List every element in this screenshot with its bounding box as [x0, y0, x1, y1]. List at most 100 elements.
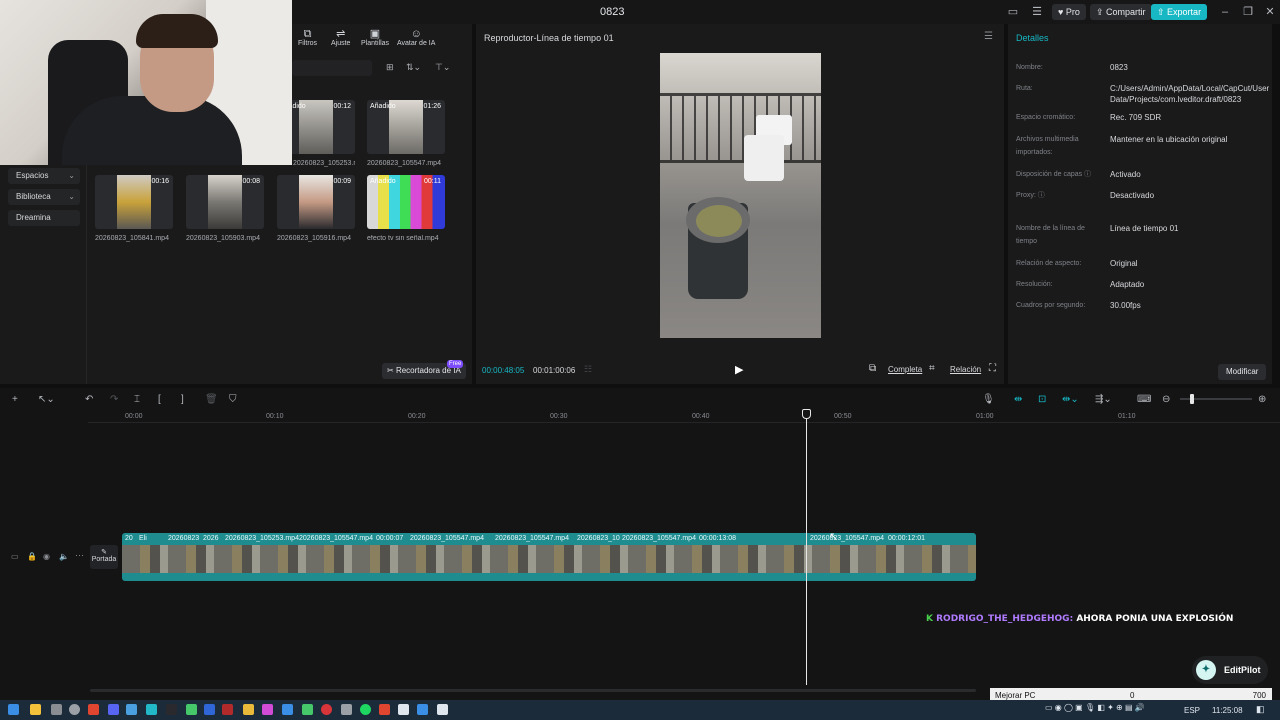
app-icon[interactable]: [379, 704, 390, 715]
list-icon[interactable]: ☷: [584, 364, 592, 375]
play-icon[interactable]: ▶: [735, 363, 743, 376]
playhead[interactable]: [806, 409, 807, 685]
nav-spaces[interactable]: Espacios ⌄: [8, 168, 80, 184]
layout-icon[interactable]: ▭: [1006, 6, 1020, 18]
video-preview[interactable]: [660, 53, 821, 338]
spotify-icon[interactable]: [360, 704, 371, 715]
filter-icon[interactable]: ⊤⌄: [435, 62, 450, 73]
app-icon[interactable]: [262, 704, 273, 715]
app-icon[interactable]: [186, 704, 197, 715]
notification-icon[interactable]: ◧: [1256, 704, 1265, 715]
export-button[interactable]: ⇧ Exportar: [1151, 4, 1208, 20]
discord-icon[interactable]: [108, 704, 119, 715]
ruler-tick-label: 00:00: [125, 413, 143, 420]
system-tray[interactable]: ▭ ◉ ◯ ▣ 🎙 ◧ ✦ ⊕ ▤ 🔊: [1045, 703, 1145, 712]
screenshot-icon[interactable]: ⌗: [929, 363, 935, 374]
trim-right-icon[interactable]: ]: [181, 394, 184, 405]
nav-dreamina[interactable]: Dreamina: [8, 210, 80, 226]
redo-icon[interactable]: ↷: [110, 394, 118, 405]
link-icon[interactable]: ⇹⌄: [1062, 394, 1079, 405]
media-clip[interactable]: 00:08 20260823_105903.mp4: [186, 175, 264, 242]
speaker-icon[interactable]: 🔈: [59, 552, 69, 561]
clock[interactable]: 11:25:08: [1212, 706, 1243, 715]
app-icon[interactable]: [222, 704, 233, 715]
menu-icon[interactable]: ☰: [1030, 6, 1044, 18]
app-icon[interactable]: [282, 704, 293, 715]
tab-templates[interactable]: ▣ Plantillas: [361, 28, 389, 47]
media-clip[interactable]: 00:09 20260823_105916.mp4: [277, 175, 355, 242]
track-clip-label: 20260823_105547.mp4: [495, 535, 569, 542]
brave-icon[interactable]: [88, 704, 99, 715]
fullscreen-icon[interactable]: ⛶: [989, 363, 996, 374]
tab-adjust[interactable]: ⇌ Ajuste: [331, 28, 350, 47]
capcut-icon[interactable]: [437, 704, 448, 715]
crop-icon[interactable]: ⧉: [869, 363, 876, 374]
nav-library[interactable]: Biblioteca ⌄: [8, 189, 80, 205]
zoom-out-icon[interactable]: ⊖: [1162, 394, 1170, 405]
app-icon[interactable]: [243, 704, 254, 715]
app-icon[interactable]: [146, 704, 157, 715]
media-search-input[interactable]: [292, 60, 372, 76]
undo-icon[interactable]: ↶: [85, 394, 93, 405]
app-icon[interactable]: [398, 704, 409, 715]
pro-button[interactable]: ♥ Pro: [1052, 4, 1086, 20]
playhead-handle[interactable]: [802, 409, 811, 419]
preview-axis-icon[interactable]: ⌨: [1137, 394, 1151, 405]
microphone-icon[interactable]: 🎙: [982, 394, 995, 405]
minimize-icon[interactable]: –: [1218, 6, 1232, 18]
app-icon[interactable]: [417, 704, 428, 715]
more-icon[interactable]: ⋯: [75, 550, 84, 561]
shield-icon[interactable]: ⛉: [229, 394, 237, 405]
app-icon[interactable]: [51, 704, 62, 715]
track-icon[interactable]: ▭: [11, 552, 19, 561]
media-clip[interactable]: Añadido 00:11 efecto tv sin señal.mp4: [367, 175, 445, 242]
tab-filters[interactable]: ⧉ Filtros: [298, 28, 317, 47]
maximize-icon[interactable]: ❐: [1241, 6, 1255, 18]
lock-icon[interactable]: 🔒: [27, 552, 37, 561]
sort-icon[interactable]: ⇅⌄: [406, 62, 421, 73]
tab-ai-avatar[interactable]: ☺ Avatar de IA: [397, 28, 435, 47]
aspect-ratio-button[interactable]: Relación: [950, 365, 981, 374]
split-icon[interactable]: ⌶: [134, 394, 140, 405]
app-icon[interactable]: [126, 704, 137, 715]
start-icon[interactable]: [8, 704, 19, 715]
delete-icon[interactable]: 🗑: [205, 394, 218, 405]
app-icon[interactable]: [321, 704, 332, 715]
full-quality-button[interactable]: Completa: [888, 365, 922, 374]
zoom-in-icon[interactable]: ⊕: [1258, 394, 1266, 405]
app-icon[interactable]: [341, 704, 352, 715]
link-main-track-icon[interactable]: ⇹: [1014, 394, 1022, 405]
track-clip-label: 00:00:13:08: [699, 535, 736, 542]
grid-view-icon[interactable]: ⊞: [386, 62, 394, 73]
zoom-slider-handle[interactable]: [1190, 394, 1194, 404]
app-icon[interactable]: [302, 704, 313, 715]
clip-name: 20260823_105916.mp4: [277, 235, 351, 242]
horizontal-scrollbar[interactable]: [90, 689, 976, 692]
media-clip[interactable]: Añadido 01:26 20260823_105547.mp4: [367, 100, 445, 167]
track-controls: ▭ 🔒 ◉ 🔈 ⋯: [8, 548, 88, 588]
side-nav: Espacios ⌄ Biblioteca ⌄ Dreamina: [8, 168, 84, 231]
eye-icon[interactable]: ◉: [43, 552, 50, 561]
track-thumbnails[interactable]: [122, 545, 976, 573]
ruler-tick-label: 01:10: [1118, 413, 1136, 420]
select-tool-icon[interactable]: ↖⌄: [38, 394, 55, 405]
photoshop-icon[interactable]: [204, 704, 215, 715]
add-icon[interactable]: +: [12, 394, 18, 405]
language-indicator[interactable]: ESP: [1184, 706, 1200, 715]
modify-button[interactable]: Modificar: [1218, 364, 1267, 380]
file-explorer-icon[interactable]: [30, 704, 41, 715]
chat-user: RODRIGO_THE_HEDGEHOG:: [936, 614, 1074, 624]
share-button[interactable]: ⇪ Compartir: [1090, 4, 1152, 20]
menu-icon[interactable]: ☰: [984, 31, 993, 42]
magnet-icon[interactable]: ⊡: [1038, 394, 1046, 405]
cover-button[interactable]: ✎ Portada: [90, 545, 118, 569]
nav-spaces-label: Espacios: [16, 171, 49, 180]
browser-icon[interactable]: [69, 704, 80, 715]
clip-name: efecto tv sin señal.mp4: [367, 235, 439, 242]
media-clip[interactable]: 00:16 20260823_105841.mp4: [95, 175, 173, 242]
close-icon[interactable]: ✕: [1263, 6, 1277, 18]
app-icon[interactable]: [166, 704, 177, 715]
editpilot-button[interactable]: ✦ EditPilot: [1192, 656, 1268, 684]
trim-left-icon[interactable]: [: [158, 394, 161, 405]
align-icon[interactable]: ⇶⌄: [1095, 394, 1112, 405]
